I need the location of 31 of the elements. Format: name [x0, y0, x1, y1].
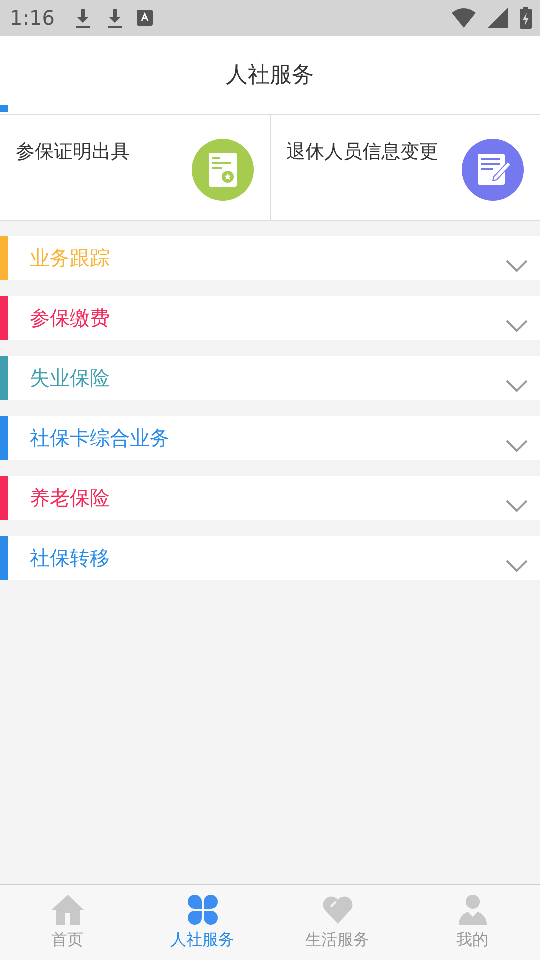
section-row[interactable]: 业务跟踪 — [0, 236, 540, 280]
tab-item[interactable]: 人社服务 — [135, 885, 270, 960]
section-label: 社保转移 — [30, 544, 111, 572]
section-label: 业务跟踪 — [30, 244, 111, 272]
signal-icon — [488, 8, 508, 28]
tab-item[interactable]: 首页 — [0, 885, 135, 960]
section-row[interactable]: 社保卡综合业务 — [0, 416, 540, 460]
page-title: 人社服务 — [226, 62, 314, 90]
section-row[interactable]: 社保转移 — [0, 536, 540, 580]
indicator-mark — [0, 105, 8, 112]
clover-icon — [186, 894, 218, 926]
heart-icon — [322, 894, 354, 926]
tab-item[interactable]: 我的 — [405, 885, 540, 960]
section-label: 失业保险 — [30, 364, 111, 392]
section-label: 社保卡综合业务 — [30, 424, 171, 452]
wifi-icon — [452, 8, 476, 28]
person-icon — [458, 894, 488, 926]
battery-icon — [520, 7, 532, 29]
tab-item[interactable]: 生活服务 — [270, 885, 405, 960]
section-row[interactable]: 失业保险 — [0, 356, 540, 400]
service-label: 退休人员信息变更 — [286, 140, 438, 165]
section-label: 参保缴费 — [30, 304, 111, 332]
section-row[interactable]: 参保缴费 — [0, 296, 540, 340]
section-label: 养老保险 — [30, 484, 111, 512]
section-row[interactable]: 养老保险 — [0, 476, 540, 520]
home-icon — [50, 894, 84, 926]
service-card[interactable]: 参保证明出具 — [0, 115, 270, 220]
font-icon — [136, 10, 153, 26]
status-time: 1:16 — [10, 6, 55, 30]
service-label: 参保证明出具 — [16, 140, 130, 165]
service-card[interactable]: 退休人员信息变更 — [270, 115, 540, 220]
